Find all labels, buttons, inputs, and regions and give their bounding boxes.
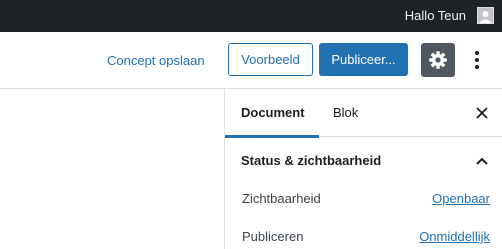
sidebar-tabs: Document Blok — [225, 89, 502, 138]
visibility-label: Zichtbaarheid — [242, 191, 321, 206]
more-options-button[interactable] — [467, 47, 487, 73]
visibility-toggle[interactable]: Openbaar — [432, 191, 490, 207]
save-draft-button[interactable]: Concept opslaan — [107, 53, 205, 69]
publish-button[interactable]: Publiceer... — [319, 43, 408, 76]
chevron-up-icon[interactable] — [475, 154, 489, 168]
settings-sidebar: Document Blok Status & zichtbaarheid Zic… — [224, 89, 502, 249]
publish-label: Publiceren — [242, 229, 304, 244]
admin-bar: Hallo Teun — [0, 0, 502, 32]
tab-block[interactable]: Blok — [333, 89, 358, 137]
more-vertical-icon — [475, 51, 479, 55]
admin-greeting[interactable]: Hallo Teun — [405, 8, 466, 24]
settings-button[interactable] — [421, 43, 455, 77]
publish-date-toggle[interactable]: Onmiddellijk — [419, 229, 490, 245]
tab-document[interactable]: Document — [225, 89, 319, 138]
editor-header: Concept opslaan Voorbeeld Publiceer... — [0, 32, 502, 89]
user-avatar-icon[interactable] — [477, 7, 494, 24]
gear-icon — [429, 51, 447, 69]
close-icon[interactable] — [474, 105, 490, 121]
preview-button[interactable]: Voorbeeld — [228, 43, 313, 76]
panel-title[interactable]: Status & zichtbaarheid — [241, 153, 381, 169]
